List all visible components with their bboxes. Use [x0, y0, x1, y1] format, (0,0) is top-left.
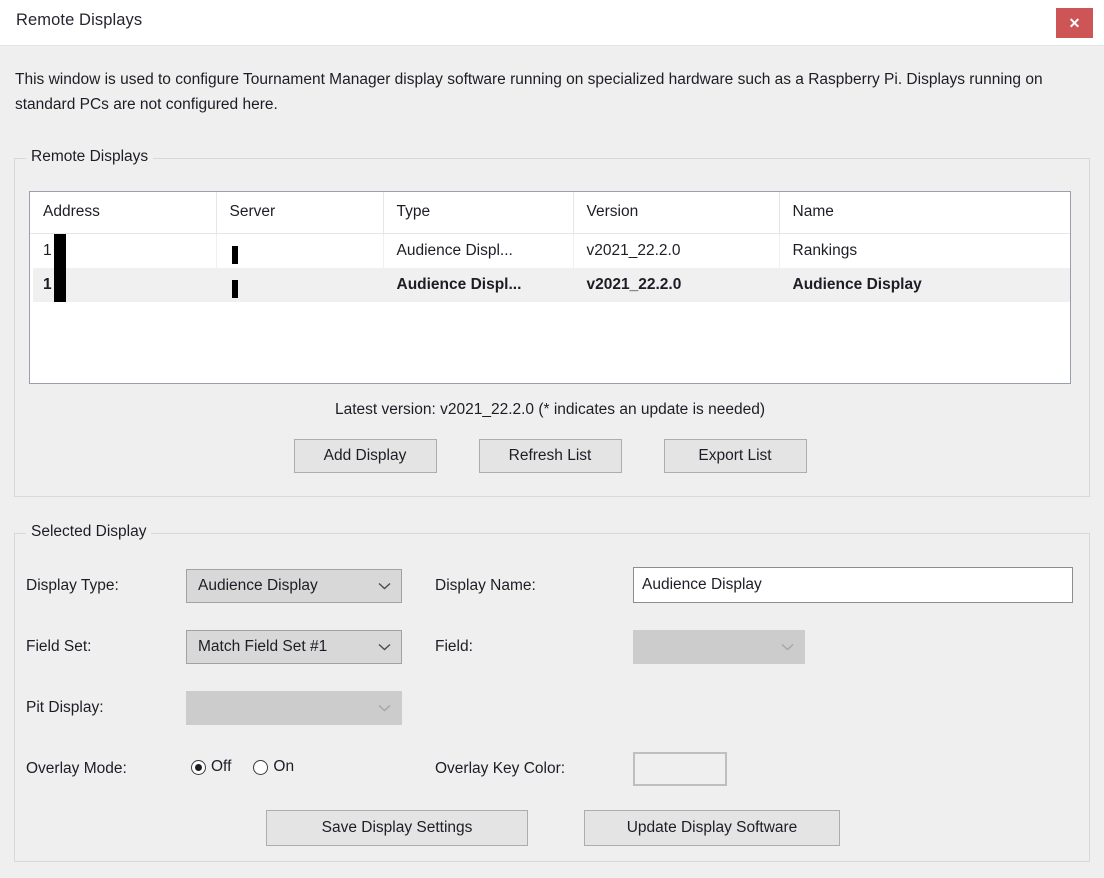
field-set-label: Field Set:: [26, 638, 91, 656]
pit-display-label: Pit Display:: [26, 699, 104, 717]
display-name-label: Display Name:: [435, 577, 536, 595]
cell-address: 1: [30, 234, 216, 269]
cell-type: Audience Displ...: [383, 268, 573, 302]
field-select: [633, 630, 805, 664]
display-type-value: Audience Display: [198, 577, 318, 595]
column-header-address[interactable]: Address: [30, 192, 216, 234]
chevron-down-icon: [378, 643, 391, 651]
remote-displays-group: Remote Displays Address Server Type Vers…: [14, 158, 1090, 497]
close-icon[interactable]: ✕: [1056, 8, 1093, 38]
display-type-select[interactable]: Audience Display: [186, 569, 402, 603]
selected-display-group-legend: Selected Display: [26, 523, 151, 541]
pit-display-select: [186, 691, 402, 725]
field-set-value: Match Field Set #1: [198, 638, 327, 656]
cell-address: 1: [30, 268, 216, 302]
refresh-list-button[interactable]: Refresh List: [479, 439, 622, 473]
selected-display-button-row: Save Display Settings Update Display Sof…: [15, 810, 1091, 846]
display-type-label: Display Type:: [26, 577, 119, 595]
export-list-button[interactable]: Export List: [664, 439, 807, 473]
overlay-mode-option-off-label: Off: [211, 758, 231, 776]
chevron-down-icon: [378, 704, 391, 712]
overlay-key-color-swatch[interactable]: [633, 752, 727, 786]
cell-version: v2021_22.2.0: [573, 234, 779, 269]
column-header-version[interactable]: Version: [573, 192, 779, 234]
overlay-mode-option-on[interactable]: On: [253, 758, 294, 776]
cell-server: [216, 268, 383, 302]
radio-icon: [191, 760, 206, 775]
display-name-input[interactable]: [633, 567, 1073, 603]
update-display-software-button[interactable]: Update Display Software: [584, 810, 840, 846]
redacted-address: 1: [43, 276, 52, 294]
window-description: This window is used to configure Tournam…: [15, 67, 1080, 117]
table-row[interactable]: 1 Audience Displ... v2021_22.2.0 Audienc…: [30, 268, 1070, 302]
cell-server: [216, 234, 383, 269]
overlay-mode-radio-group: Off On: [191, 758, 316, 776]
remote-displays-table: Address Server Type Version Name 1 Audie…: [30, 192, 1070, 302]
selected-display-group: Selected Display Display Type: Audience …: [14, 533, 1090, 862]
column-header-server[interactable]: Server: [216, 192, 383, 234]
chevron-down-icon: [378, 582, 391, 590]
remote-displays-table-container[interactable]: Address Server Type Version Name 1 Audie…: [29, 191, 1071, 384]
column-header-name[interactable]: Name: [779, 192, 1070, 234]
radio-icon: [253, 760, 268, 775]
overlay-mode-option-on-label: On: [273, 758, 294, 776]
cell-name: Audience Display: [779, 268, 1070, 302]
field-label: Field:: [435, 638, 473, 656]
remote-displays-window: Remote Displays ✕ This window is used to…: [0, 0, 1104, 878]
remote-displays-group-legend: Remote Displays: [26, 148, 153, 166]
cell-type: Audience Displ...: [383, 234, 573, 269]
add-display-button[interactable]: Add Display: [294, 439, 437, 473]
table-row[interactable]: 1 Audience Displ... v2021_22.2.0 Ranking…: [30, 234, 1070, 269]
column-header-type[interactable]: Type: [383, 192, 573, 234]
latest-version-note: Latest version: v2021_22.2.0 (* indicate…: [29, 401, 1071, 419]
table-header-row: Address Server Type Version Name: [30, 192, 1070, 234]
overlay-mode-option-off[interactable]: Off: [191, 758, 231, 776]
redacted-address: 1: [43, 242, 52, 260]
field-set-select[interactable]: Match Field Set #1: [186, 630, 402, 664]
save-display-settings-button[interactable]: Save Display Settings: [266, 810, 528, 846]
chevron-down-icon: [781, 643, 794, 651]
overlay-mode-label: Overlay Mode:: [26, 760, 127, 778]
window-titlebar: Remote Displays ✕: [0, 0, 1104, 46]
overlay-key-color-label: Overlay Key Color:: [435, 760, 565, 778]
cell-name: Rankings: [779, 234, 1070, 269]
remote-displays-button-row: Add Display Refresh List Export List: [29, 439, 1071, 473]
window-title: Remote Displays: [16, 11, 142, 30]
cell-version: v2021_22.2.0: [573, 268, 779, 302]
